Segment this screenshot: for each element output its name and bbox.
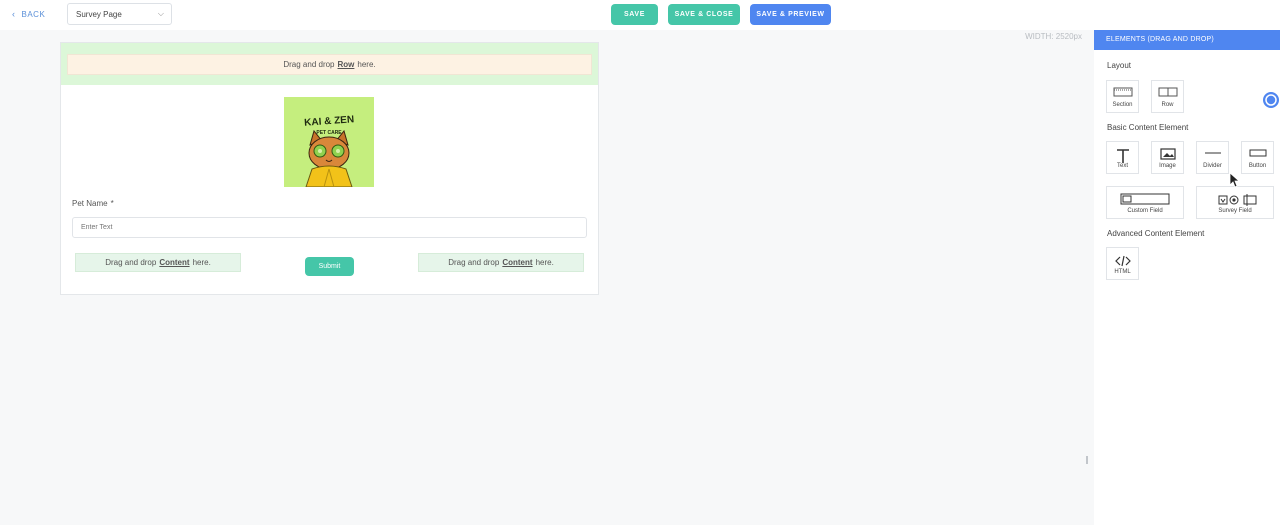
page-select[interactable]: Survey Page ⌵ [67, 3, 172, 25]
content-drop-prefix: Drag and drop [105, 258, 157, 267]
elements-panel: ELEMENTS (DRAG AND DROP) Layout Section … [1094, 30, 1280, 525]
tile-label: Divider [1203, 163, 1222, 169]
logo-subtitle: PET CARE [316, 130, 342, 136]
save-close-button[interactable]: SAVE & CLOSE [668, 4, 740, 25]
row-drop-zone[interactable]: Drag and drop Row here. [67, 54, 592, 75]
form-section[interactable]: Drag and drop Row here. KAI & ZEN PET CA… [60, 42, 599, 295]
page-select-value: Survey Page [76, 10, 122, 19]
save-button[interactable]: SAVE [611, 4, 658, 25]
tile-label: Custom Field [1127, 208, 1163, 214]
pet-name-input[interactable] [72, 217, 587, 238]
element-tile-row[interactable]: Row [1151, 80, 1184, 113]
chevron-down-icon: ⌵ [157, 9, 164, 18]
brand-logo-image[interactable]: KAI & ZEN PET CARE [284, 97, 374, 187]
content-drop-keyword: Content [502, 258, 533, 267]
image-icon [1152, 148, 1183, 160]
canvas-width-label: WIDTH: 2520px [1025, 32, 1082, 41]
survey-field-icon [1197, 193, 1273, 207]
section-icon [1107, 87, 1138, 97]
text-icon [1107, 148, 1138, 164]
element-tile-button[interactable]: Button [1241, 141, 1274, 174]
back-link[interactable]: ‹ BACK [12, 9, 45, 19]
save-preview-button[interactable]: SAVE & PREVIEW [750, 4, 831, 25]
panel-resize-handle[interactable] [1086, 456, 1088, 464]
panel-header: ELEMENTS (DRAG AND DROP) [1094, 30, 1280, 50]
content-drop-zone-right[interactable]: Drag and drop Content here. [418, 253, 584, 272]
code-icon [1107, 254, 1138, 268]
tile-label: Row [1161, 102, 1174, 108]
row-drop-suffix: here. [357, 60, 376, 69]
element-tile-image[interactable]: Image [1151, 141, 1184, 174]
layout-group-title: Layout [1107, 61, 1132, 70]
tile-label: HTML [1114, 269, 1131, 275]
element-tile-section[interactable]: Section [1106, 80, 1139, 113]
custom-field-icon [1107, 193, 1183, 205]
content-drop-suffix: here. [192, 258, 211, 267]
row-drop-prefix: Drag and drop [283, 60, 335, 69]
content-drop-keyword: Content [159, 258, 190, 267]
builder-canvas[interactable]: WIDTH: 2520px Drag and drop Row here. KA… [0, 30, 1094, 525]
content-drop-zone-left[interactable]: Drag and drop Content here. [75, 253, 241, 272]
section-header: Drag and drop Row here. [61, 43, 598, 85]
element-tile-custom-field[interactable]: Custom Field [1106, 186, 1184, 219]
divider-icon [1197, 148, 1228, 158]
tile-label: Image [1159, 163, 1176, 169]
submit-button[interactable]: Submit [305, 257, 354, 276]
tile-label: Button [1248, 163, 1267, 169]
element-tile-html[interactable]: HTML [1106, 247, 1139, 280]
element-tile-text[interactable]: Text [1106, 141, 1139, 174]
element-tile-divider[interactable]: Divider [1196, 141, 1229, 174]
basic-group-title: Basic Content Element [1107, 123, 1189, 132]
field-label-text: Pet Name [72, 199, 108, 208]
content-drop-prefix: Drag and drop [448, 258, 500, 267]
element-tile-survey-field[interactable]: Survey Field [1196, 186, 1274, 219]
required-asterisk: * [110, 199, 114, 208]
row-icon [1152, 87, 1183, 97]
top-toolbar: ‹ BACK Survey Page ⌵ SAVE SAVE & CLOSE S… [0, 0, 1280, 30]
row-drop-keyword: Row [337, 60, 355, 69]
cat-logo-illustration: KAI & ZEN PET CARE [284, 97, 374, 187]
mouse-cursor-icon [1229, 172, 1240, 188]
content-drop-suffix: here. [535, 258, 554, 267]
tile-label: Section [1112, 102, 1133, 108]
button-icon [1242, 148, 1273, 158]
advanced-group-title: Advanced Content Element [1107, 229, 1205, 238]
chevron-left-icon: ‹ [12, 9, 16, 19]
pet-name-label: Pet Name * [72, 199, 114, 208]
loading-spinner-icon[interactable] [1262, 91, 1280, 109]
back-label: BACK [21, 9, 46, 19]
tile-label: Survey Field [1218, 208, 1252, 214]
